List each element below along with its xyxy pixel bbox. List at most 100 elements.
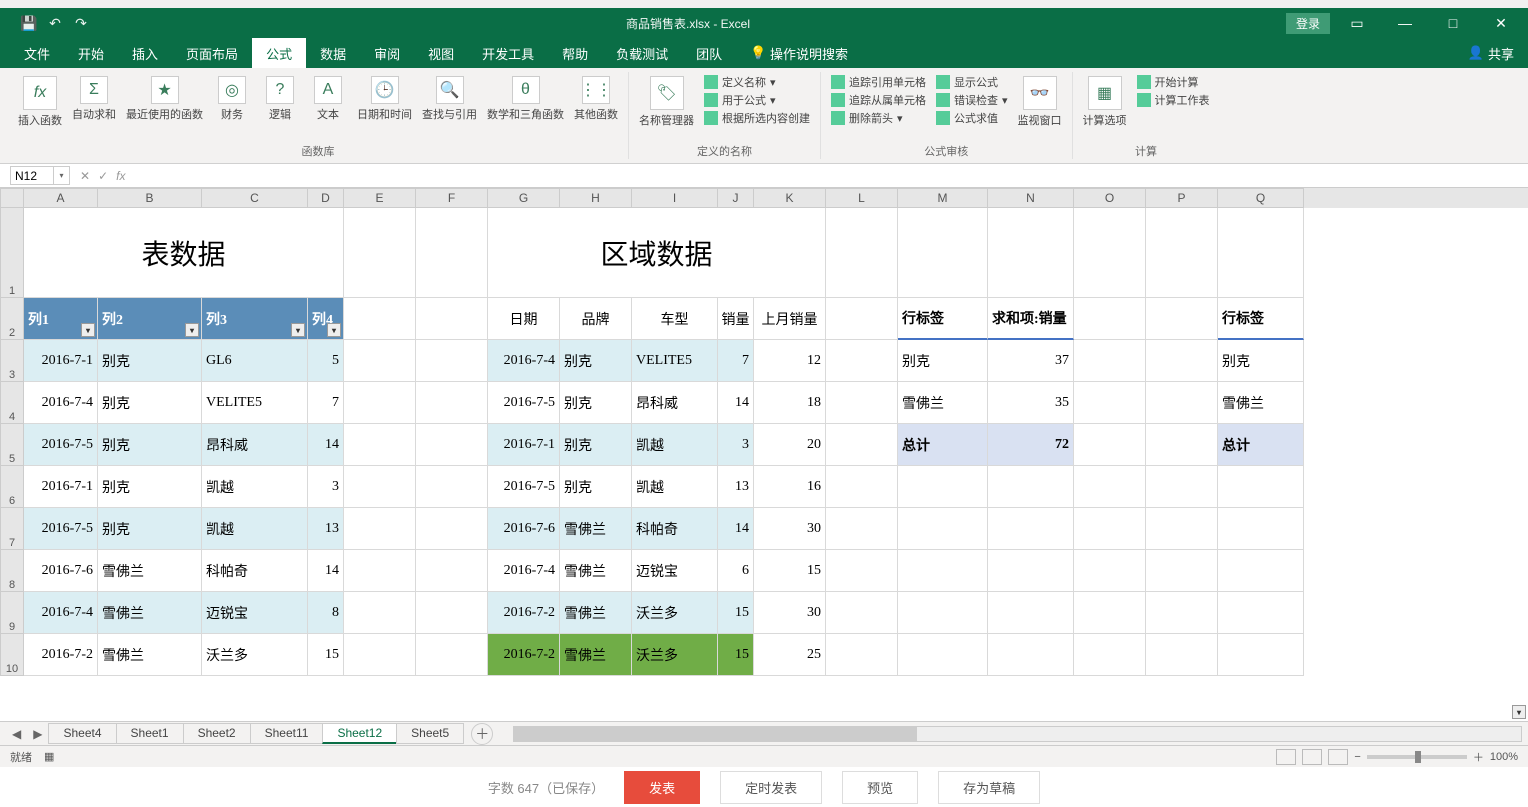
table1-header-2[interactable]: 列3▾ [202, 298, 308, 340]
zoom-slider[interactable] [1367, 755, 1467, 759]
share-button[interactable]: 👤共享 [1454, 38, 1528, 68]
table1-header-1[interactable]: 列2▾ [98, 298, 202, 340]
cancel-icon[interactable]: ✕ [80, 169, 90, 183]
cell-Q6[interactable] [1218, 466, 1304, 508]
cell-M7[interactable] [898, 508, 988, 550]
calc-now-button[interactable]: 开始计算 [1137, 74, 1210, 90]
trace-dependents-button[interactable]: 追踪从属单元格 [831, 92, 926, 108]
cell-L9[interactable] [826, 592, 898, 634]
t1-qty[interactable]: 7 [308, 382, 344, 424]
cell-Q1[interactable] [1218, 208, 1304, 298]
recent-functions-button[interactable]: ★最近使用的函数 [122, 72, 207, 126]
t1-model[interactable]: 凯越 [202, 466, 308, 508]
pagebreak-view-button[interactable] [1328, 749, 1348, 765]
t1-model[interactable]: 沃兰多 [202, 634, 308, 676]
cell-P6[interactable] [1146, 466, 1218, 508]
remove-arrows-button[interactable]: 删除箭头 ▾ [831, 110, 926, 126]
col-header-G[interactable]: G [488, 188, 560, 208]
t2-date[interactable]: 2016-7-6 [488, 508, 560, 550]
cell-L5[interactable] [826, 424, 898, 466]
cell-L7[interactable] [826, 508, 898, 550]
math-trig-button[interactable]: θ数学和三角函数 [483, 72, 568, 126]
cell-O10[interactable] [1074, 634, 1146, 676]
formula-input[interactable] [135, 164, 1528, 187]
cell-N1[interactable] [988, 208, 1074, 298]
tab-file[interactable]: 文件 [10, 38, 64, 68]
cell-N9[interactable] [988, 592, 1074, 634]
row-header-3[interactable]: 3 [0, 340, 24, 382]
pivot1-total-label[interactable]: 总计 [898, 424, 988, 466]
pivot2-total-label[interactable]: 总计 [1218, 424, 1304, 466]
cell-F2[interactable] [416, 298, 488, 340]
t1-date[interactable]: 2016-7-5 [24, 424, 98, 466]
t1-qty[interactable]: 14 [308, 550, 344, 592]
lookup-button[interactable]: 🔍查找与引用 [418, 72, 481, 126]
cell-F1[interactable] [416, 208, 488, 298]
row-header-7[interactable]: 7 [0, 508, 24, 550]
cell-E7[interactable] [344, 508, 416, 550]
col-header-J[interactable]: J [718, 188, 754, 208]
t2-prev[interactable]: 15 [754, 550, 826, 592]
preview-button[interactable]: 预览 [842, 771, 918, 804]
publish-button[interactable]: 发表 [624, 771, 700, 804]
t2-model[interactable]: 昂科威 [632, 382, 718, 424]
cell-L3[interactable] [826, 340, 898, 382]
ribbon-options-icon[interactable]: ▭ [1336, 9, 1378, 37]
tab-view[interactable]: 视图 [414, 38, 468, 68]
t2-date[interactable]: 2016-7-2 [488, 634, 560, 676]
t2-prev[interactable]: 12 [754, 340, 826, 382]
cell-F5[interactable] [416, 424, 488, 466]
horizontal-scrollbar[interactable] [513, 726, 1522, 742]
filter-dropdown-icon[interactable]: ▾ [185, 323, 199, 337]
row-header-6[interactable]: 6 [0, 466, 24, 508]
cell-O3[interactable] [1074, 340, 1146, 382]
col-header-E[interactable]: E [344, 188, 416, 208]
error-check-button[interactable]: 错误检查 ▾ [936, 92, 1008, 108]
pivot1-header-row[interactable]: 行标签▾ [898, 298, 988, 340]
t1-brand[interactable]: 别克 [98, 466, 202, 508]
save-draft-button[interactable]: 存为草稿 [938, 771, 1040, 804]
cell-O4[interactable] [1074, 382, 1146, 424]
cell-E4[interactable] [344, 382, 416, 424]
pivot2-header-row[interactable]: 行标签▾ [1218, 298, 1304, 340]
t1-brand[interactable]: 雪佛兰 [98, 634, 202, 676]
cell-L1[interactable] [826, 208, 898, 298]
login-button[interactable]: 登录 [1286, 13, 1330, 34]
t1-qty[interactable]: 8 [308, 592, 344, 634]
t1-qty[interactable]: 3 [308, 466, 344, 508]
col-header-F[interactable]: F [416, 188, 488, 208]
cell-Q10[interactable] [1218, 634, 1304, 676]
pivot1-header-val[interactable]: 求和项:销量 [988, 298, 1074, 340]
t2-model[interactable]: 迈锐宝 [632, 550, 718, 592]
t2-qty[interactable]: 7 [718, 340, 754, 382]
t2-date[interactable]: 2016-7-1 [488, 424, 560, 466]
col-header-D[interactable]: D [308, 188, 344, 208]
t2-qty[interactable]: 15 [718, 634, 754, 676]
col-header-K[interactable]: K [754, 188, 826, 208]
cell-N7[interactable] [988, 508, 1074, 550]
cell-O2[interactable] [1074, 298, 1146, 340]
fx-icon-small[interactable]: fx [116, 169, 125, 183]
datetime-button[interactable]: 🕒日期和时间 [353, 72, 416, 126]
t1-model[interactable]: 科帕奇 [202, 550, 308, 592]
t1-qty[interactable]: 15 [308, 634, 344, 676]
t2-model[interactable]: VELITE5 [632, 340, 718, 382]
insert-function-button[interactable]: fx插入函数 [14, 72, 66, 132]
cell-L10[interactable] [826, 634, 898, 676]
t2-qty[interactable]: 3 [718, 424, 754, 466]
name-manager-button[interactable]: 🏷名称管理器 [635, 72, 698, 132]
pivot1-label[interactable]: 雪佛兰 [898, 382, 988, 424]
cell-F10[interactable] [416, 634, 488, 676]
more-functions-button[interactable]: ⋮⋮其他函数 [570, 72, 622, 126]
cell-E2[interactable] [344, 298, 416, 340]
show-formulas-button[interactable]: 显示公式 [936, 74, 1008, 90]
t1-qty[interactable]: 14 [308, 424, 344, 466]
col-header-N[interactable]: N [988, 188, 1074, 208]
trace-precedents-button[interactable]: 追踪引用单元格 [831, 74, 926, 90]
t1-date[interactable]: 2016-7-2 [24, 634, 98, 676]
filter-dropdown-icon[interactable]: ▾ [291, 323, 305, 337]
t1-brand[interactable]: 别克 [98, 382, 202, 424]
cell-N10[interactable] [988, 634, 1074, 676]
t2-qty[interactable]: 15 [718, 592, 754, 634]
t2-brand[interactable]: 雪佛兰 [560, 634, 632, 676]
